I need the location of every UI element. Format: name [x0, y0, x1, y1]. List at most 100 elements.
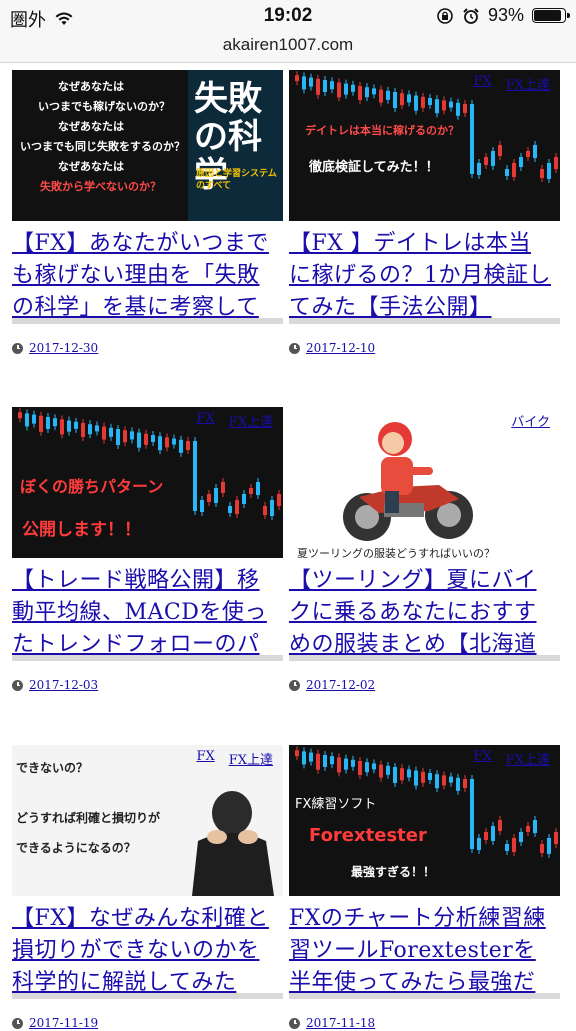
candle-wick: [457, 98, 459, 120]
tag-link[interactable]: FX上達: [229, 411, 273, 430]
article-title-link[interactable]: 【FX】あなたがいつまでも稼げない理由を「失敗の科学」を基に考察して: [12, 228, 276, 318]
tag-link[interactable]: FX: [196, 749, 214, 768]
clock-icon: [289, 679, 300, 691]
candle-wick: [250, 484, 252, 498]
article-thumbnail[interactable]: FX練習ソフト Forextester 最強すぎる！！ FX FX上達: [289, 745, 560, 896]
candle-wick: [131, 427, 133, 444]
status-bar: 圏外 19:02 93%: [0, 0, 576, 34]
clock-icon: [12, 1017, 23, 1029]
thumb-line: どうすれば利確と損切りが: [16, 811, 161, 825]
candle-wick: [331, 752, 333, 769]
date-link[interactable]: 2017-11-19: [29, 1016, 98, 1030]
candle-wick: [166, 433, 168, 452]
candle-wick: [457, 773, 459, 795]
thumb-line: なぜあなたは: [58, 80, 124, 93]
tag-link[interactable]: バイク: [511, 411, 550, 430]
thumb-line: ぼくの勝ちパターン: [20, 477, 164, 496]
candle-wick: [229, 502, 231, 517]
candle-wick: [373, 84, 375, 99]
candle-wick: [492, 147, 494, 170]
candle-wick: [555, 828, 557, 848]
candle-wick: [387, 761, 389, 779]
thumb-line: いつまでも稼げないのか？: [38, 100, 170, 113]
candle-wick: [40, 411, 42, 436]
article-thumbnail[interactable]: 夏ツーリングの服装どうすればいいの？ バイク: [289, 407, 560, 558]
candle-wick: [310, 73, 312, 91]
candle-wick: [324, 751, 326, 771]
clock-icon: [289, 1017, 300, 1029]
article-date: 2017-12-02: [289, 677, 375, 693]
clock-icon: [289, 342, 300, 354]
article-title-link[interactable]: 【FX】なぜみんな利確と損切りができないのかを科学的に解説してみた: [12, 903, 276, 993]
candle-wick: [359, 82, 361, 104]
candle-wick: [257, 478, 259, 499]
status-left: 圏外: [10, 6, 74, 32]
article-title-link[interactable]: 【ツーリング】夏にバイクに乗るあなたにおすすめの服装まとめ【北海道: [289, 565, 553, 655]
date-link[interactable]: 2017-12-10: [306, 341, 375, 355]
candle-wick: [527, 822, 529, 836]
tag-link[interactable]: FX: [473, 74, 491, 93]
carrier-label: 圏外: [10, 10, 46, 30]
article-thumbnail[interactable]: なぜあなたは いつまでも稼げないのか？ なぜあなたは いつまでも同じ失敗をするの…: [12, 70, 283, 221]
tag-link[interactable]: FX上達: [229, 749, 273, 768]
candle-wick: [513, 834, 515, 856]
date-link[interactable]: 2017-11-18: [306, 1016, 375, 1030]
article-thumbnail[interactable]: できないの？ どうすれば利確と損切りが できるようになるの？ FX FX上達: [12, 745, 283, 896]
tag-list: バイク: [511, 411, 550, 430]
article-thumbnail[interactable]: ぼくの勝ちパターン 公開します！！ FX FX上達: [12, 407, 283, 558]
tag-link[interactable]: FX: [473, 749, 491, 768]
date-link[interactable]: 2017-12-02: [306, 678, 375, 692]
candle-wick: [422, 767, 424, 787]
candle-wick: [429, 94, 431, 109]
article-title-link[interactable]: 【FX 】デイトレは本当に稼げるの？1か月検証してみた【手法公開】: [289, 228, 553, 318]
url-text[interactable]: akairen1007.com: [223, 35, 353, 54]
candle-wick: [338, 753, 340, 777]
candle-wick: [485, 153, 487, 169]
tag-link[interactable]: FX: [196, 411, 214, 430]
tag-list: FX FX上達: [196, 411, 273, 430]
article-thumbnail[interactable]: デイトレは本当に稼げるのか？ 徹底検証してみた！！ FX FX上達: [289, 70, 560, 221]
article-title-link[interactable]: 【トレード戦略公開】移動平均線、MACDを使ったトレンドフォローのパ: [12, 565, 276, 655]
thumb-line: 徹底検証してみた！！: [309, 160, 439, 175]
candle-wick: [380, 85, 382, 107]
date-link[interactable]: 2017-12-30: [29, 341, 98, 355]
thumb-line: 失敗から学べないのか？: [40, 180, 161, 193]
candle-wick: [324, 76, 326, 96]
candle-wick: [422, 92, 424, 112]
candle-wick: [303, 72, 305, 94]
clock-icon: [12, 342, 23, 354]
thumb-line: できないの？: [16, 761, 89, 775]
candle-wick: [359, 757, 361, 779]
candle-wick: [61, 415, 63, 439]
candle-wick: [506, 840, 508, 855]
candle-wick: [499, 141, 501, 160]
candle-wick: [110, 423, 112, 441]
date-link[interactable]: 2017-12-03: [29, 678, 98, 692]
candle-wick: [401, 764, 403, 785]
candle-wick: [194, 437, 196, 515]
tag-link[interactable]: FX上達: [506, 749, 550, 768]
candle-wick: [408, 90, 410, 107]
tag-link[interactable]: FX上達: [506, 74, 550, 93]
article-date: 2017-12-03: [12, 677, 98, 693]
divider: [12, 993, 283, 999]
divider: [289, 655, 560, 661]
candle-wick: [310, 748, 312, 766]
thumb-line: できるようになるの？: [16, 841, 136, 855]
clock-icon: [12, 679, 23, 691]
candle-wick: [513, 159, 515, 181]
candle-wick: [387, 86, 389, 104]
candle-wick: [345, 754, 347, 774]
article-title-link[interactable]: FXのチャート分析練習練習ツールForextesterを半年使ってみたら最強だっ: [289, 903, 553, 993]
wifi-icon: [55, 12, 73, 25]
candle-wick: [436, 770, 438, 793]
article-date: 2017-12-30: [12, 340, 98, 356]
book-subtitle: 原因と学習システムのすべて: [196, 169, 277, 191]
thumb-line: なぜあなたは: [58, 160, 124, 173]
candle-wick: [222, 478, 224, 497]
tag-list: FX FX上達: [196, 749, 273, 768]
candle-wick: [450, 97, 452, 112]
tag-list: FX FX上達: [473, 749, 550, 768]
url-bar[interactable]: akairen1007.com: [0, 34, 576, 63]
candle-wick: [415, 91, 417, 115]
